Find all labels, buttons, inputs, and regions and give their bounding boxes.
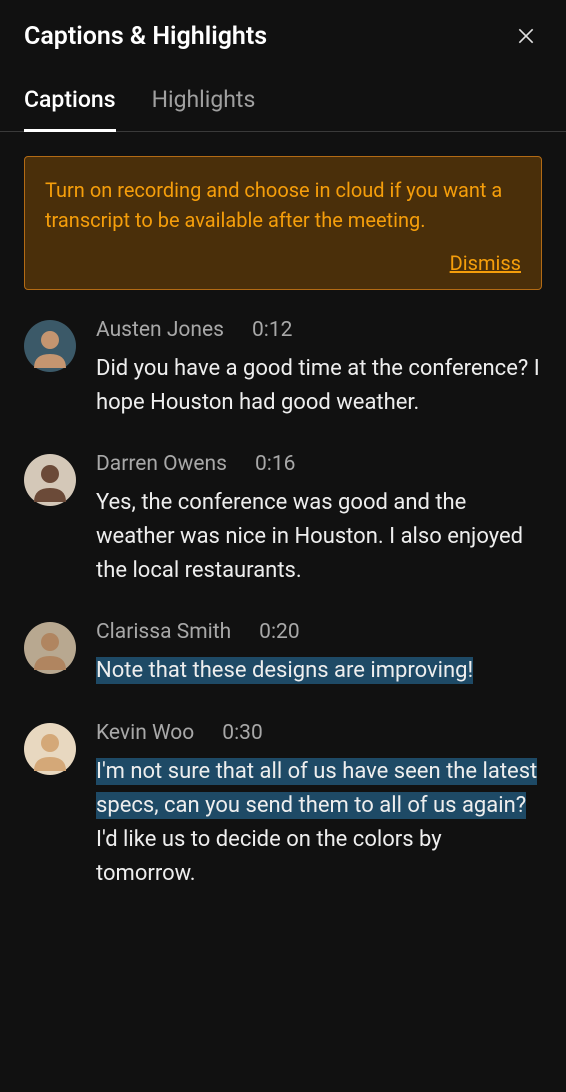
avatar [24, 723, 76, 775]
caption-entry: Austen Jones 0:12 Did you have a good ti… [24, 318, 542, 420]
notice-text: Turn on recording and choose in cloud if… [45, 175, 521, 235]
highlight-span: Note that these designs are improving! [96, 657, 473, 684]
caption-text: Note that these designs are improving! [96, 654, 542, 688]
timestamp: 0:16 [255, 452, 296, 476]
avatar [24, 320, 76, 372]
close-button[interactable] [510, 20, 542, 52]
caption-text: Did you have a good time at the conferen… [96, 352, 542, 420]
caption-entry: Darren Owens 0:16 Yes, the conference wa… [24, 452, 542, 588]
captions-content: Turn on recording and choose in cloud if… [0, 132, 566, 1092]
dismiss-button[interactable]: Dismiss [450, 251, 521, 275]
close-icon [516, 26, 536, 46]
speaker-name: Darren Owens [96, 452, 227, 476]
tab-highlights[interactable]: Highlights [152, 86, 256, 132]
speaker-name: Kevin Woo [96, 721, 194, 745]
speaker-name: Clarissa Smith [96, 620, 231, 644]
caption-text-rest: I'd like us to decide on the colors by t… [96, 827, 442, 886]
tab-captions[interactable]: Captions [24, 86, 116, 132]
highlight-span: I'm not sure that all of us have seen th… [96, 758, 537, 819]
caption-entry: Kevin Woo 0:30 I'm not sure that all of … [24, 721, 542, 891]
tab-bar: Captions Highlights [0, 62, 566, 132]
timestamp: 0:12 [252, 318, 293, 342]
timestamp: 0:30 [222, 721, 263, 745]
avatar [24, 454, 76, 506]
caption-entry: Clarissa Smith 0:20 Note that these desi… [24, 620, 542, 688]
recording-notice: Turn on recording and choose in cloud if… [24, 156, 542, 290]
caption-text: Yes, the conference was good and the wea… [96, 486, 542, 588]
timestamp: 0:20 [259, 620, 300, 644]
speaker-name: Austen Jones [96, 318, 224, 342]
caption-text: I'm not sure that all of us have seen th… [96, 755, 542, 891]
panel-title: Captions & Highlights [24, 22, 267, 51]
avatar [24, 622, 76, 674]
